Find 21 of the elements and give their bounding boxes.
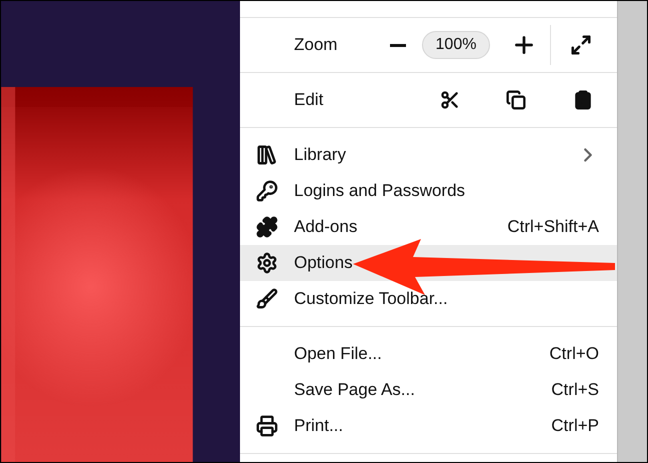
expand-icon	[570, 34, 592, 56]
gear-icon	[256, 252, 278, 274]
menu-item[interactable]: Library	[240, 137, 617, 173]
copy-icon	[506, 90, 526, 110]
zoom-label: Zoom	[294, 34, 338, 56]
clipboard-icon	[573, 90, 593, 110]
menu-item[interactable]: Save Page As... Ctrl+S	[240, 372, 617, 408]
puzzle-icon	[256, 216, 278, 238]
menu-item[interactable]: Open File... Ctrl+O	[240, 336, 617, 372]
edit-label: Edit	[294, 89, 324, 112]
printer-icon	[256, 415, 278, 437]
menu-item[interactable]: Logins and Passwords	[240, 173, 617, 209]
zoom-reset-button[interactable]: 100%	[422, 31, 490, 59]
menu-item[interactable]: Customize Toolbar...	[240, 281, 617, 317]
library-icon	[256, 144, 278, 166]
scissors-icon	[440, 90, 460, 110]
menu-item[interactable]: Add-ons Ctrl+Shift+A	[240, 209, 617, 245]
menu-item[interactable]: Print... Ctrl+P	[240, 408, 617, 444]
minus-icon	[390, 44, 406, 46]
key-icon	[256, 180, 278, 202]
brush-icon	[256, 288, 278, 310]
